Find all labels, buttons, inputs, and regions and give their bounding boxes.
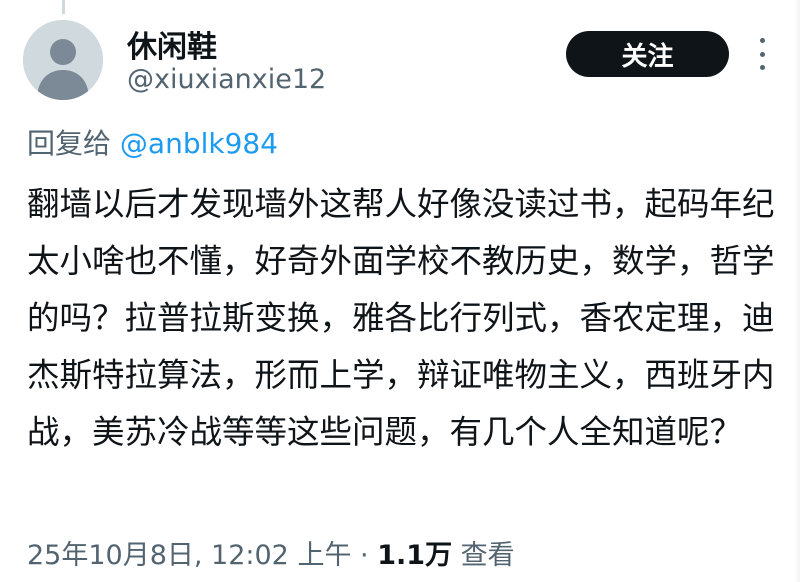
views-label: 查看 bbox=[460, 540, 515, 571]
tweet-text: 翻墙以后才发现墙外这帮人好像没读过书，起码年纪太小啥也不懂，好奇外面学校不教历史… bbox=[27, 185, 775, 451]
avatar[interactable] bbox=[23, 20, 103, 100]
replying-to: 回复给 @anblk984 bbox=[27, 122, 278, 162]
more-dot bbox=[759, 51, 765, 57]
right-edge-divider bbox=[794, 0, 800, 582]
thread-connector-line bbox=[62, 0, 65, 14]
reply-mention-link[interactable]: @anblk984 bbox=[120, 127, 278, 160]
author-handle[interactable]: @xiuxianxie12 bbox=[127, 64, 326, 95]
timestamp[interactable]: 25年10月8日, 12:02 上午 bbox=[27, 540, 351, 571]
author-display-name[interactable]: 休闲鞋 bbox=[127, 22, 217, 66]
default-avatar-icon bbox=[23, 20, 103, 100]
reply-prefix: 回复给 bbox=[27, 127, 112, 160]
tweet-meta: 25年10月8日, 12:02 上午 · 1.1万 查看 bbox=[27, 533, 515, 572]
more-dot bbox=[759, 38, 765, 43]
follow-button[interactable]: 关注 bbox=[566, 31, 729, 77]
meta-separator: · bbox=[360, 540, 369, 571]
more-dot bbox=[759, 65, 765, 70]
more-vertical-icon[interactable] bbox=[752, 38, 772, 70]
views-count: 1.1万 bbox=[377, 540, 453, 571]
